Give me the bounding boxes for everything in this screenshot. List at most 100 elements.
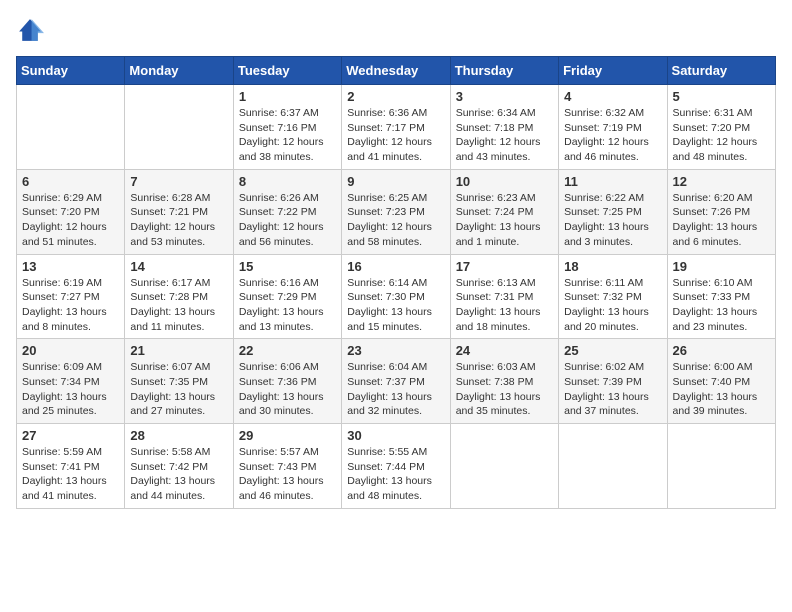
day-number: 18 — [564, 259, 661, 274]
calendar-cell: 1 Sunrise: 6:37 AM Sunset: 7:16 PM Daylig… — [233, 85, 341, 170]
day-info: Sunrise: 6:28 AM Sunset: 7:21 PM Dayligh… — [130, 191, 227, 250]
day-number: 8 — [239, 174, 336, 189]
day-info: Sunrise: 6:19 AM Sunset: 7:27 PM Dayligh… — [22, 276, 119, 335]
calendar-week-row: 1 Sunrise: 6:37 AM Sunset: 7:16 PM Daylig… — [17, 85, 776, 170]
calendar-cell — [450, 424, 558, 509]
day-number: 28 — [130, 428, 227, 443]
logo — [16, 16, 48, 44]
day-number: 3 — [456, 89, 553, 104]
calendar-week-row: 13 Sunrise: 6:19 AM Sunset: 7:27 PM Dayli… — [17, 254, 776, 339]
day-number: 20 — [22, 343, 119, 358]
day-number: 6 — [22, 174, 119, 189]
day-number: 13 — [22, 259, 119, 274]
day-info: Sunrise: 5:59 AM Sunset: 7:41 PM Dayligh… — [22, 445, 119, 504]
day-number: 29 — [239, 428, 336, 443]
calendar-cell: 30 Sunrise: 5:55 AM Sunset: 7:44 PM Dayli… — [342, 424, 450, 509]
day-info: Sunrise: 6:00 AM Sunset: 7:40 PM Dayligh… — [673, 360, 770, 419]
logo-icon — [16, 16, 44, 44]
calendar-cell: 22 Sunrise: 6:06 AM Sunset: 7:36 PM Dayli… — [233, 339, 341, 424]
calendar-cell: 2Sunrise: 6:36 AM Sunset: 7:17 PM Daylig… — [342, 85, 450, 170]
calendar-cell — [667, 424, 775, 509]
calendar-cell: 14Sunrise: 6:17 AM Sunset: 7:28 PM Dayli… — [125, 254, 233, 339]
calendar-cell: 6 Sunrise: 6:29 AM Sunset: 7:20 PM Daylig… — [17, 169, 125, 254]
calendar-cell: 28 Sunrise: 5:58 AM Sunset: 7:42 PM Dayli… — [125, 424, 233, 509]
calendar-day-header: Wednesday — [342, 57, 450, 85]
day-info: Sunrise: 6:10 AM Sunset: 7:33 PM Dayligh… — [673, 276, 770, 335]
day-info: Sunrise: 5:58 AM Sunset: 7:42 PM Dayligh… — [130, 445, 227, 504]
day-info: Sunrise: 6:11 AM Sunset: 7:32 PM Dayligh… — [564, 276, 661, 335]
day-info: Sunrise: 6:20 AM Sunset: 7:26 PM Dayligh… — [673, 191, 770, 250]
day-info: Sunrise: 6:02 AM Sunset: 7:39 PM Dayligh… — [564, 360, 661, 419]
calendar-cell: 8 Sunrise: 6:26 AM Sunset: 7:22 PM Daylig… — [233, 169, 341, 254]
page-header — [16, 16, 776, 44]
calendar-cell — [559, 424, 667, 509]
calendar-cell — [125, 85, 233, 170]
day-number: 26 — [673, 343, 770, 358]
day-info: Sunrise: 6:26 AM Sunset: 7:22 PM Dayligh… — [239, 191, 336, 250]
calendar-day-header: Sunday — [17, 57, 125, 85]
calendar-cell: 4Sunrise: 6:32 AM Sunset: 7:19 PM Daylig… — [559, 85, 667, 170]
calendar-day-header: Thursday — [450, 57, 558, 85]
day-number: 14 — [130, 259, 227, 274]
day-number: 9 — [347, 174, 444, 189]
day-info: Sunrise: 6:16 AM Sunset: 7:29 PM Dayligh… — [239, 276, 336, 335]
day-number: 22 — [239, 343, 336, 358]
calendar-day-header: Friday — [559, 57, 667, 85]
day-number: 27 — [22, 428, 119, 443]
day-info: Sunrise: 6:22 AM Sunset: 7:25 PM Dayligh… — [564, 191, 661, 250]
day-info: Sunrise: 6:04 AM Sunset: 7:37 PM Dayligh… — [347, 360, 444, 419]
calendar-cell: 12 Sunrise: 6:20 AM Sunset: 7:26 PM Dayli… — [667, 169, 775, 254]
day-info: Sunrise: 6:13 AM Sunset: 7:31 PM Dayligh… — [456, 276, 553, 335]
calendar-week-row: 27 Sunrise: 5:59 AM Sunset: 7:41 PM Dayli… — [17, 424, 776, 509]
calendar-cell: 9 Sunrise: 6:25 AM Sunset: 7:23 PM Daylig… — [342, 169, 450, 254]
calendar-cell: 27 Sunrise: 5:59 AM Sunset: 7:41 PM Dayli… — [17, 424, 125, 509]
day-number: 11 — [564, 174, 661, 189]
calendar-cell: 19 Sunrise: 6:10 AM Sunset: 7:33 PM Dayli… — [667, 254, 775, 339]
day-number: 10 — [456, 174, 553, 189]
calendar-cell: 16Sunrise: 6:14 AM Sunset: 7:30 PM Dayli… — [342, 254, 450, 339]
calendar-cell: 20Sunrise: 6:09 AM Sunset: 7:34 PM Dayli… — [17, 339, 125, 424]
day-number: 5 — [673, 89, 770, 104]
calendar-cell: 11 Sunrise: 6:22 AM Sunset: 7:25 PM Dayli… — [559, 169, 667, 254]
calendar-cell: 26 Sunrise: 6:00 AM Sunset: 7:40 PM Dayli… — [667, 339, 775, 424]
calendar-cell: 13 Sunrise: 6:19 AM Sunset: 7:27 PM Dayli… — [17, 254, 125, 339]
day-number: 23 — [347, 343, 444, 358]
calendar-cell: 23 Sunrise: 6:04 AM Sunset: 7:37 PM Dayli… — [342, 339, 450, 424]
calendar-cell: 7 Sunrise: 6:28 AM Sunset: 7:21 PM Daylig… — [125, 169, 233, 254]
day-info: Sunrise: 6:34 AM Sunset: 7:18 PM Dayligh… — [456, 106, 553, 165]
day-number: 16 — [347, 259, 444, 274]
calendar-cell: 18 Sunrise: 6:11 AM Sunset: 7:32 PM Dayli… — [559, 254, 667, 339]
calendar-cell — [17, 85, 125, 170]
calendar-cell: 15 Sunrise: 6:16 AM Sunset: 7:29 PM Dayli… — [233, 254, 341, 339]
day-info: Sunrise: 6:23 AM Sunset: 7:24 PM Dayligh… — [456, 191, 553, 250]
calendar: SundayMondayTuesdayWednesdayThursdayFrid… — [16, 56, 776, 509]
day-number: 12 — [673, 174, 770, 189]
calendar-cell: 10 Sunrise: 6:23 AM Sunset: 7:24 PM Dayli… — [450, 169, 558, 254]
calendar-cell: 21Sunrise: 6:07 AM Sunset: 7:35 PM Dayli… — [125, 339, 233, 424]
day-info: Sunrise: 6:06 AM Sunset: 7:36 PM Dayligh… — [239, 360, 336, 419]
calendar-cell: 25 Sunrise: 6:02 AM Sunset: 7:39 PM Dayli… — [559, 339, 667, 424]
day-info: Sunrise: 5:55 AM Sunset: 7:44 PM Dayligh… — [347, 445, 444, 504]
day-number: 30 — [347, 428, 444, 443]
day-info: Sunrise: 6:25 AM Sunset: 7:23 PM Dayligh… — [347, 191, 444, 250]
day-info: Sunrise: 6:03 AM Sunset: 7:38 PM Dayligh… — [456, 360, 553, 419]
calendar-week-row: 20Sunrise: 6:09 AM Sunset: 7:34 PM Dayli… — [17, 339, 776, 424]
calendar-cell: 5 Sunrise: 6:31 AM Sunset: 7:20 PM Daylig… — [667, 85, 775, 170]
calendar-cell: 24 Sunrise: 6:03 AM Sunset: 7:38 PM Dayli… — [450, 339, 558, 424]
day-info: Sunrise: 6:37 AM Sunset: 7:16 PM Dayligh… — [239, 106, 336, 165]
day-info: Sunrise: 6:29 AM Sunset: 7:20 PM Dayligh… — [22, 191, 119, 250]
day-number: 15 — [239, 259, 336, 274]
day-info: Sunrise: 6:32 AM Sunset: 7:19 PM Dayligh… — [564, 106, 661, 165]
calendar-cell: 29Sunrise: 5:57 AM Sunset: 7:43 PM Dayli… — [233, 424, 341, 509]
calendar-day-header: Tuesday — [233, 57, 341, 85]
day-number: 25 — [564, 343, 661, 358]
day-number: 7 — [130, 174, 227, 189]
day-number: 19 — [673, 259, 770, 274]
day-number: 2 — [347, 89, 444, 104]
day-number: 24 — [456, 343, 553, 358]
calendar-cell: 3 Sunrise: 6:34 AM Sunset: 7:18 PM Daylig… — [450, 85, 558, 170]
day-info: Sunrise: 6:31 AM Sunset: 7:20 PM Dayligh… — [673, 106, 770, 165]
day-number: 1 — [239, 89, 336, 104]
day-number: 17 — [456, 259, 553, 274]
day-info: Sunrise: 6:07 AM Sunset: 7:35 PM Dayligh… — [130, 360, 227, 419]
